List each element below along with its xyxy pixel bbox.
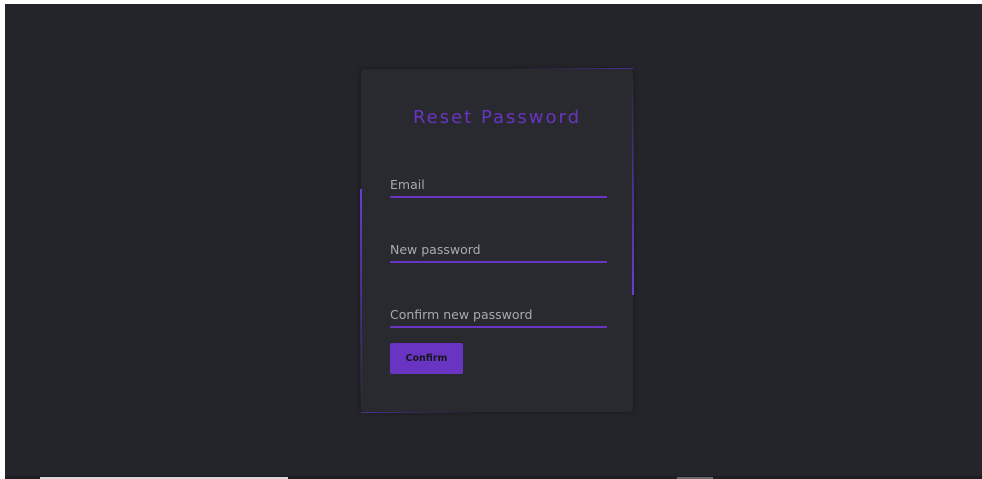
new-password-field[interactable] (390, 239, 607, 260)
email-field-wrapper (390, 174, 607, 198)
reset-password-card: Reset Password Confirm (360, 68, 634, 415)
card-glow-bottom (361, 412, 481, 413)
card-glow-left (360, 189, 362, 415)
page-title: Reset Password (412, 107, 582, 128)
email-field[interactable] (390, 174, 607, 195)
card-glow-right (632, 69, 634, 295)
new-password-field-wrapper (390, 239, 607, 263)
page-background: Reset Password Confirm (5, 4, 982, 479)
card-glow-top (511, 68, 633, 69)
confirm-button[interactable]: Confirm (390, 343, 463, 374)
confirm-password-field[interactable] (390, 304, 607, 325)
confirm-password-field-wrapper (390, 304, 607, 328)
